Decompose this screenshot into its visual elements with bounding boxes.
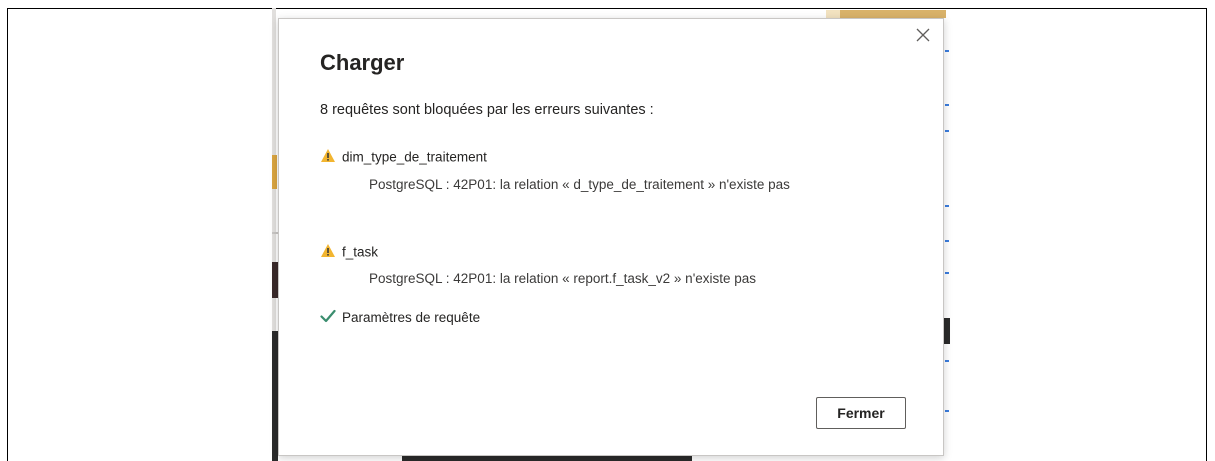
dialog-title: Charger (320, 50, 405, 75)
background-tick (945, 240, 949, 242)
background-tick (945, 50, 949, 52)
close-button[interactable]: Fermer (816, 397, 906, 429)
error-item-name: f_task (342, 244, 379, 260)
checkmark-icon (320, 309, 336, 326)
close-icon (916, 28, 930, 42)
success-item-name: Paramètres de requête (342, 310, 481, 325)
error-item-detail: PostgreSQL : 42P01: la relation « d_type… (369, 177, 790, 192)
background-highlight (272, 155, 277, 189)
background-dark-block (944, 318, 950, 344)
warning-icon (320, 243, 336, 261)
warning-icon (320, 148, 336, 166)
background-tick (945, 410, 949, 412)
error-item-name: dim_type_de_traitement (342, 149, 487, 165)
success-item: Paramètres de requête (320, 309, 480, 326)
error-item-detail: PostgreSQL : 42P01: la relation « report… (369, 271, 757, 286)
dialog-summary: 8 requêtes sont bloquées par les erreurs… (320, 102, 654, 118)
background-tick (945, 360, 949, 362)
background-tab (826, 10, 946, 18)
error-item: f_task (320, 243, 378, 261)
background-tab (826, 10, 840, 18)
close-dialog-button[interactable] (913, 25, 933, 45)
background-tick (945, 130, 949, 132)
background-tick (945, 104, 949, 106)
background-tick (945, 272, 949, 274)
background-tick (945, 205, 949, 207)
background-dark-block (402, 456, 692, 461)
load-error-dialog: Charger 8 requêtes sont bloquées par les… (278, 18, 944, 456)
error-item: dim_type_de_traitement (320, 148, 487, 166)
